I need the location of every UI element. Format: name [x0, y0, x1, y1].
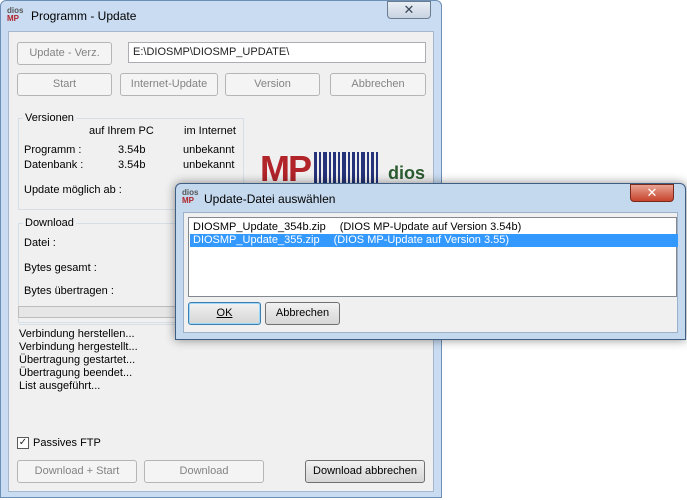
dialog-cancel-button[interactable]: Abbrechen	[265, 302, 340, 325]
brand-dios-text: dios	[388, 163, 426, 183]
log-line: Übertragung beendet...	[19, 367, 133, 379]
dialog-logo-icon: dios MP	[182, 188, 199, 205]
dialog-title: Update-Datei auswählen	[204, 192, 336, 206]
log-line: Verbindung hergestellt...	[19, 341, 138, 353]
download-progress-bar	[18, 306, 178, 318]
programm-pc-version: 3.54b	[118, 144, 146, 156]
bytes-total-label: Bytes gesamt :	[24, 262, 97, 274]
programm-internet-version: unbekannt	[183, 144, 235, 156]
file-list[interactable]: DIOSMP_Update_354b.zip (DIOS MP-Update au…	[188, 217, 678, 297]
start-button[interactable]: Start	[17, 73, 112, 96]
versions-group-label: Versionen	[23, 112, 76, 124]
log-line: Übertragung gestartet...	[19, 354, 136, 366]
update-possible-label: Update möglich ab :	[24, 184, 122, 196]
update-path-field[interactable]: E:\DIOSMP\DIOSMP_UPDATE\	[128, 42, 426, 63]
log-area: Verbindung herstellen... Verbindung herge…	[19, 324, 425, 432]
ok-button[interactable]: OK	[188, 302, 261, 325]
file-label: Datei :	[24, 237, 56, 249]
datenbank-label: Datenbank :	[24, 159, 84, 171]
log-line: List ausgeführt...	[19, 380, 101, 392]
update-dir-button[interactable]: Update - Verz.	[17, 42, 112, 65]
datenbank-internet-version: unbekannt	[183, 159, 235, 171]
window-title: Programm - Update	[31, 9, 137, 23]
file-select-dialog: dios MP Update-Datei auswählen ✕ DIOSMP_…	[175, 183, 686, 340]
col-header-pc: auf Ihrem PC	[89, 125, 154, 137]
programm-label: Programm :	[24, 144, 82, 156]
abbrechen-button[interactable]: Abbrechen	[330, 73, 426, 96]
file-row-354b[interactable]: DIOSMP_Update_354b.zip (DIOS MP-Update au…	[190, 221, 678, 234]
datenbank-pc-version: 3.54b	[118, 159, 146, 171]
version-button[interactable]: Version	[225, 73, 320, 96]
close-icon[interactable]: ✕	[387, 1, 431, 19]
passive-ftp-checkbox[interactable]: ✓	[17, 437, 29, 449]
internet-update-button[interactable]: Internet-Update	[120, 73, 218, 96]
main-titlebar[interactable]: dios MP Programm - Update ✕	[1, 1, 441, 31]
col-header-internet: im Internet	[184, 125, 236, 137]
file-row-355[interactable]: DIOSMP_Update_355.zip (DIOS MP-Update auf…	[190, 234, 678, 247]
download-abbrechen-button[interactable]: Download abbrechen	[305, 460, 425, 483]
download-group-label: Download	[23, 217, 76, 229]
dialog-client-area: DIOSMP_Update_354b.zip (DIOS MP-Update au…	[183, 212, 678, 333]
download-button[interactable]: Download	[144, 460, 264, 483]
app-logo-icon: dios MP	[7, 6, 24, 23]
dialog-close-icon[interactable]: ✕	[630, 184, 674, 202]
download-start-button[interactable]: Download + Start	[17, 460, 137, 483]
passive-ftp-label: Passives FTP	[33, 437, 101, 449]
bytes-transferred-label: Bytes übertragen :	[24, 285, 114, 297]
